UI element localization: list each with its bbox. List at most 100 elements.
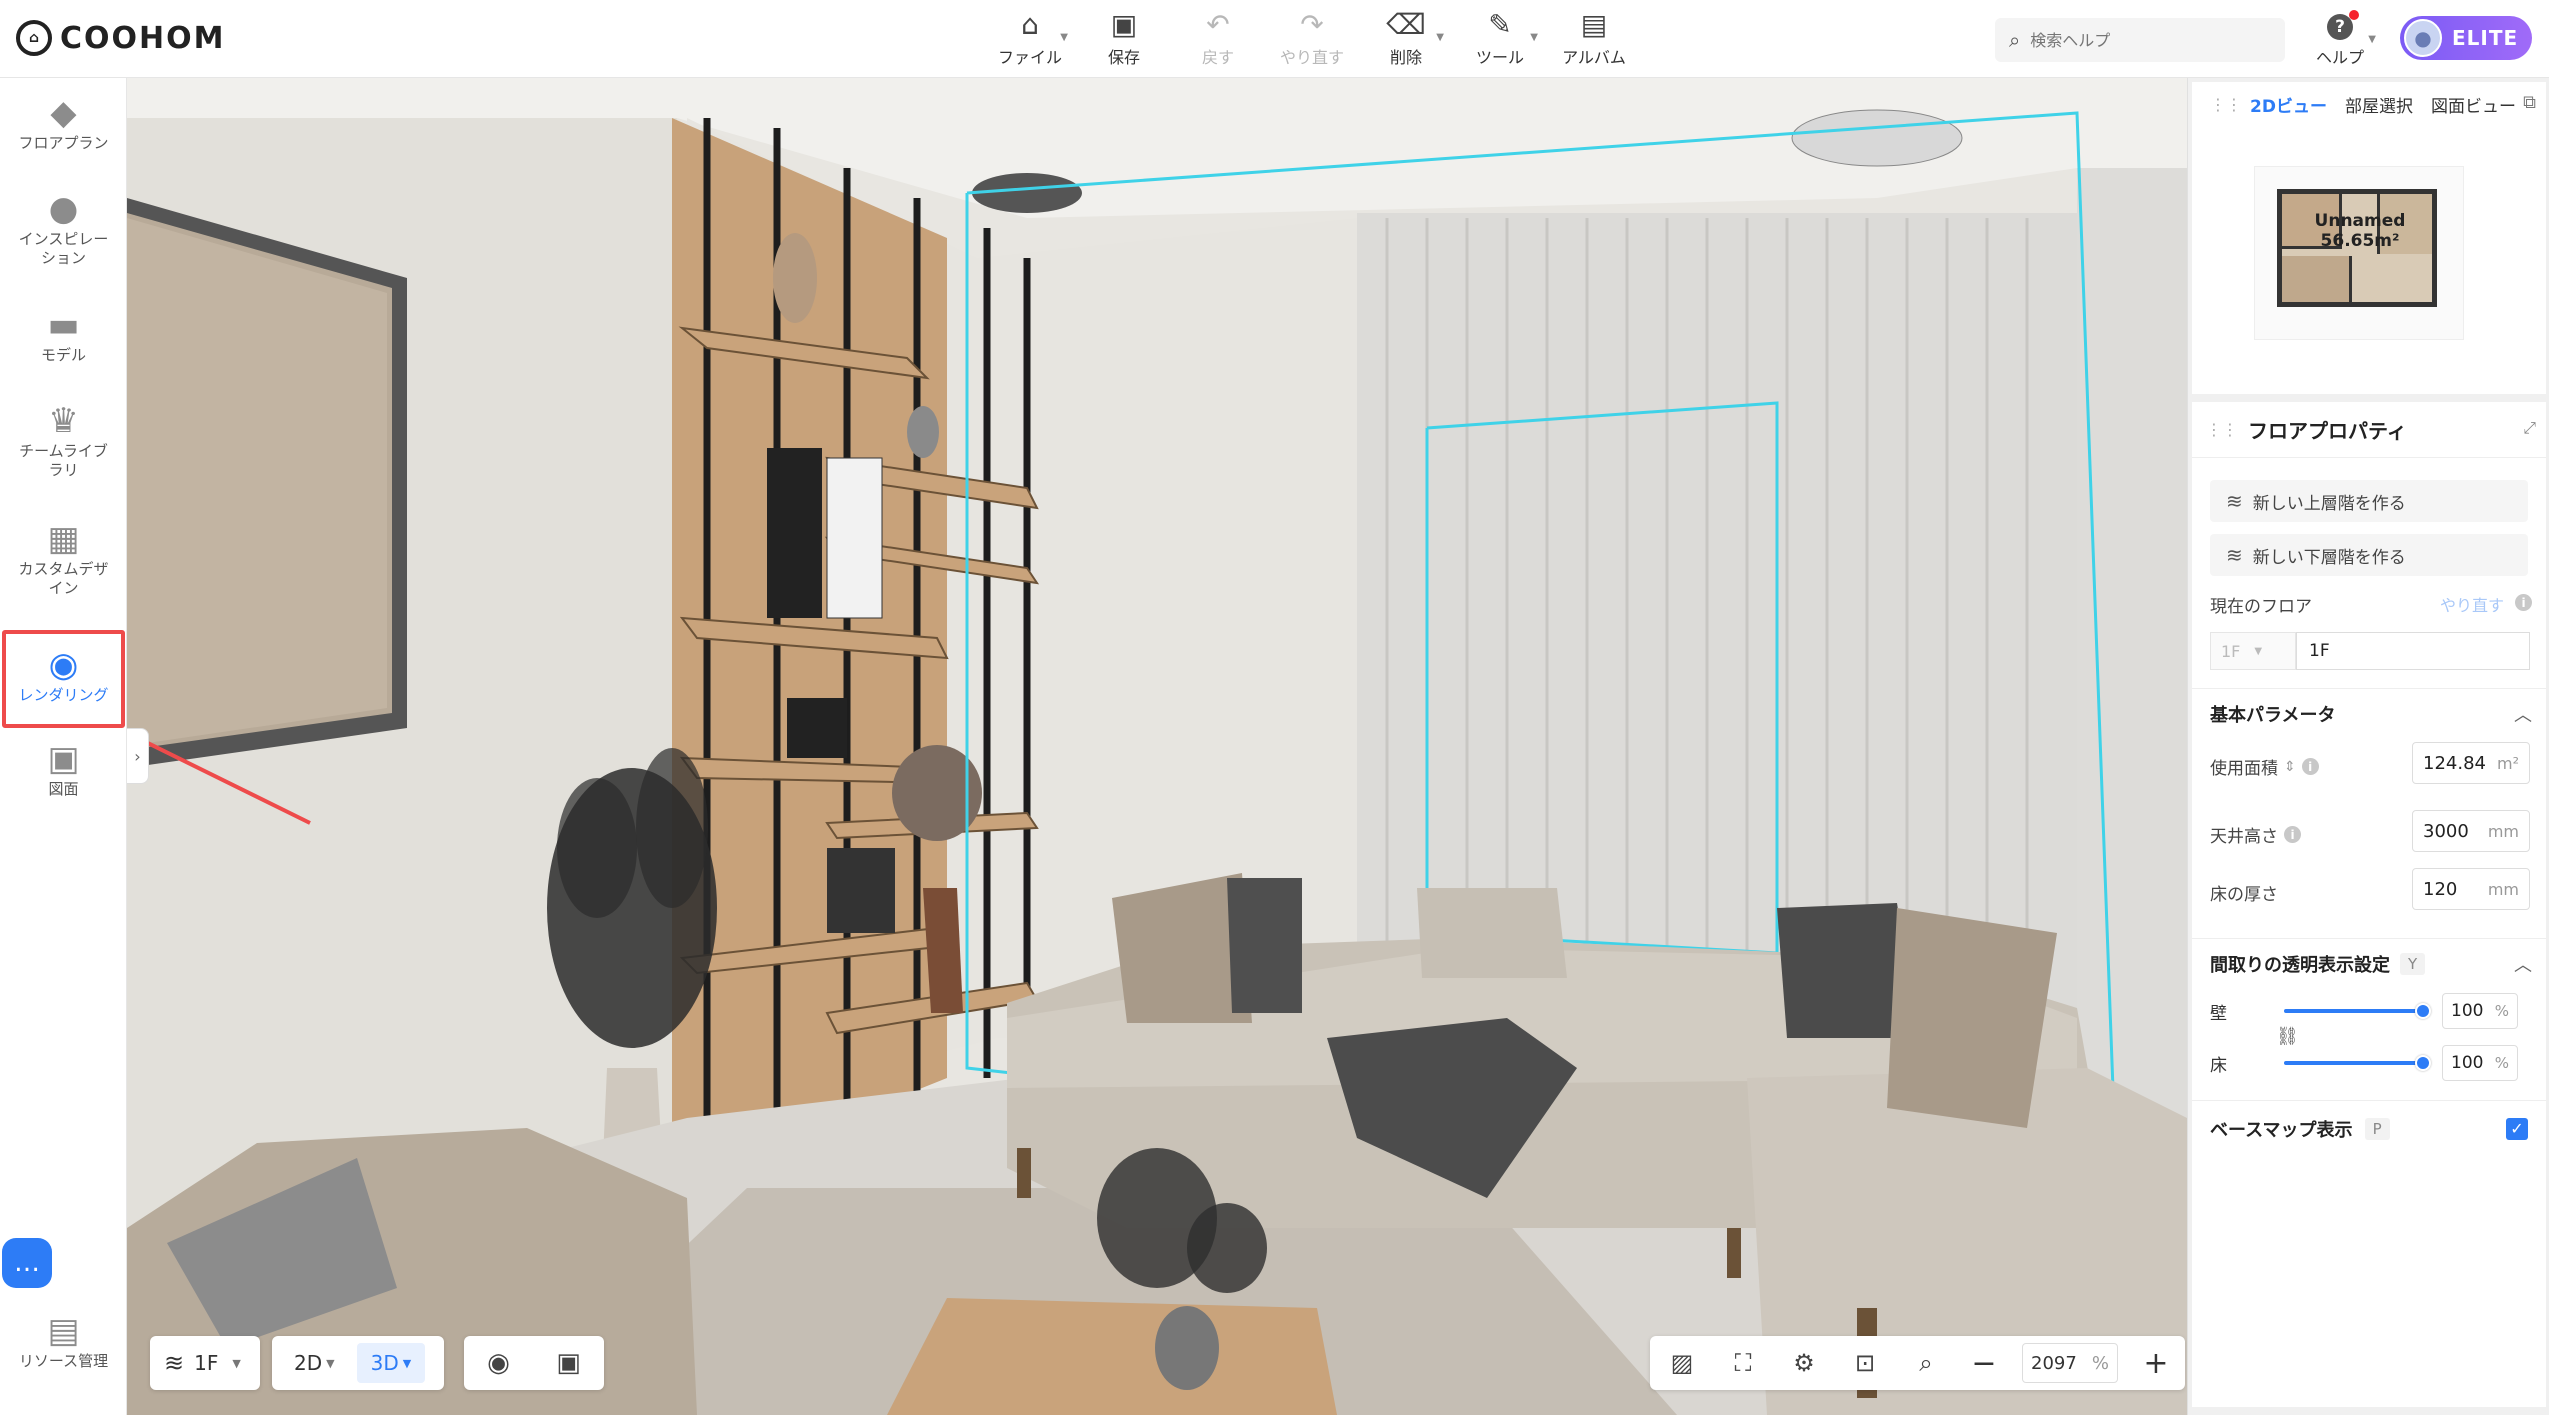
- ceiling-label: 天井高さ: [2210, 827, 2278, 847]
- plant-decor: [547, 748, 717, 1048]
- floor-select[interactable]: 1F ▼: [2210, 632, 2296, 670]
- help-button[interactable]: ? ヘルプ ▼: [2300, 10, 2380, 70]
- basemap-toggle-row: ベースマップ表示 P ✓: [2192, 1100, 2546, 1156]
- floor-select-value: 1F: [2221, 641, 2241, 661]
- sort-icon[interactable]: ⇕: [2284, 759, 2296, 775]
- sidebar-item-resource-management[interactable]: ▤ リソース管理: [6, 1310, 121, 1371]
- slider-thumb[interactable]: [2415, 1003, 2431, 1019]
- basemap-checkbox[interactable]: ✓: [2506, 1117, 2528, 1140]
- sidebar-collapse-button[interactable]: ›: [127, 728, 149, 784]
- sidebar-item-custom-design[interactable]: ▦ カスタムデザイン: [6, 518, 121, 598]
- floor-opacity-slider[interactable]: [2284, 1055, 2431, 1071]
- redo-label: やり直す: [1279, 48, 1344, 67]
- cube-icon[interactable]: ▣: [556, 1348, 581, 1378]
- transparency-section[interactable]: 間取りの透明表示設定 Y ︿: [2192, 938, 2546, 988]
- floor-opacity-field[interactable]: 100 %: [2442, 1045, 2518, 1081]
- tab-drawing-view[interactable]: 図面ビュー: [2431, 92, 2516, 117]
- info-icon: i: [2301, 758, 2319, 775]
- undo-button[interactable]: ↶ 戻す: [1178, 8, 1258, 70]
- render-settings-icon[interactable]: ⚙: [1784, 1349, 1824, 1377]
- wall-opacity-field[interactable]: 100 %: [2442, 993, 2518, 1029]
- tools-menu-button[interactable]: ✎ ツール ▼: [1460, 8, 1540, 70]
- wall-opacity-row: 壁 100 %: [2210, 992, 2530, 1030]
- sidebar-item-label: 図面: [48, 780, 79, 798]
- drag-handle-icon[interactable]: ⋮⋮: [2210, 95, 2242, 114]
- right-panel: ⋮⋮ 2Dビュー 部屋選択 図面ビュー ⧉ Unnamed 56.65m² ⋮⋮…: [2187, 78, 2549, 1415]
- wall-opacity-slider[interactable]: [2284, 1003, 2431, 1019]
- vase-decor: [907, 406, 939, 458]
- top-bar: ⌂ COOHOM ⌂ ファイル ▼ ▣ 保存 ↶ 戻す ↷ やり直す ⌫ 削除 …: [0, 0, 2549, 78]
- file-icon: ⌂: [1021, 8, 1039, 41]
- zoom-level-value: 2097: [2031, 1352, 2077, 1374]
- new-upper-floor-button[interactable]: ≋ 新しい上層階を作る: [2210, 480, 2528, 522]
- minimap-floorplan[interactable]: Unnamed 56.65m²: [2254, 166, 2464, 340]
- image-icon[interactable]: ▨: [1662, 1349, 1702, 1377]
- logo-text: COOHOM: [60, 20, 226, 56]
- eraser-icon: ⌫: [1386, 8, 1426, 41]
- sidebar-item-inspiration[interactable]: ● インスピレーション: [6, 188, 121, 268]
- basic-params-section[interactable]: 基本パラメータ ︿: [2192, 688, 2546, 738]
- redo-button[interactable]: ↷ やり直す: [1272, 8, 1352, 70]
- save-button[interactable]: ▣ 保存: [1084, 8, 1164, 70]
- sidebar-item-rendering[interactable]: ◉ レンダリング: [2, 630, 125, 728]
- info-icon: i: [2284, 826, 2301, 843]
- help-search[interactable]: ⌕: [1995, 18, 2285, 62]
- chevron-up-icon: ︿: [2514, 704, 2532, 726]
- zoom-in-button[interactable]: +: [2139, 1346, 2173, 1381]
- new-lower-floor-button[interactable]: ≋ 新しい下層階を作る: [2210, 534, 2528, 576]
- floor-opacity-value: 100: [2451, 1053, 2484, 1073]
- avatar: ●: [2404, 19, 2442, 57]
- sidebar-item-model[interactable]: ▬ モデル: [6, 304, 121, 365]
- lightbulb-icon: ●: [48, 189, 79, 229]
- slider-thumb[interactable]: [2415, 1055, 2431, 1071]
- tab-2d-view[interactable]: 2Dビュー: [2250, 92, 2327, 117]
- zoom-out-button[interactable]: −: [1967, 1346, 2001, 1381]
- help-search-input[interactable]: [2030, 30, 2251, 50]
- drawing-icon: ▣: [47, 739, 80, 779]
- popout-icon[interactable]: ⧉: [2523, 92, 2536, 113]
- plan-name: Unnamed: [2314, 211, 2406, 231]
- drag-handle-icon[interactable]: ⋮⋮: [2206, 420, 2238, 439]
- view-3d-label: 3D: [370, 1351, 399, 1375]
- floor-name-input[interactable]: 1F: [2296, 632, 2530, 670]
- sidebar-item-drawing[interactable]: ▣ 図面: [6, 738, 121, 799]
- view-2d-label: 2D: [294, 1351, 323, 1375]
- sidebar-item-label: モデル: [40, 346, 86, 364]
- album-button[interactable]: ▤ アルバム: [1554, 8, 1634, 70]
- delete-menu-button[interactable]: ⌫ 削除 ▼: [1366, 8, 1446, 70]
- view-2d-button[interactable]: 2D ▼: [280, 1343, 349, 1383]
- ceiling-height-field[interactable]: 3000 mm: [2412, 810, 2530, 852]
- zoom-preview-icon[interactable]: ⌕: [1906, 1349, 1946, 1377]
- area-field[interactable]: 124.84 m²: [2412, 742, 2530, 784]
- app-logo[interactable]: ⌂ COOHOM: [16, 20, 226, 56]
- expand-icon[interactable]: ⤢: [2523, 418, 2536, 438]
- sidebar-item-floorplan[interactable]: ◆ フロアプラン: [6, 92, 121, 153]
- 3d-viewport[interactable]: ≋ 1F ▼ 2D ▼ 3D ▼ ◉ ▣ ▨ ⛶ ⚙ ⊡ ⌕ − 2097 % …: [127, 78, 2187, 1415]
- area-value: 124.84: [2423, 752, 2486, 774]
- redo-icon: ↷: [1300, 8, 1324, 41]
- logo-mark-icon: ⌂: [16, 20, 52, 56]
- file-menu-button[interactable]: ⌂ ファイル ▼: [990, 8, 1070, 70]
- tab-room-select[interactable]: 部屋選択: [2345, 92, 2413, 117]
- chat-support-button[interactable]: …: [2, 1238, 52, 1288]
- zoom-level-field[interactable]: 2097 %: [2022, 1343, 2118, 1383]
- delete-label: 削除: [1389, 48, 1422, 67]
- screenshot-icon[interactable]: ⛶: [1723, 1349, 1763, 1377]
- undo-label: 戻す: [1201, 48, 1234, 67]
- cabinet-icon: ▦: [47, 519, 80, 559]
- view-3d-button[interactable]: 3D ▼: [356, 1343, 426, 1383]
- floor-selector[interactable]: ≋ 1F ▼: [150, 1336, 260, 1390]
- eye-icon[interactable]: ◉: [487, 1348, 510, 1378]
- chevron-down-icon: ▼: [1060, 32, 1068, 43]
- chevron-down-icon: ▼: [232, 1356, 241, 1370]
- floorplan-icon: ◆: [50, 93, 77, 133]
- floor-thickness-field[interactable]: 120 mm: [2412, 868, 2530, 910]
- percent-unit: %: [2494, 1054, 2509, 1072]
- user-account-badge[interactable]: ● ELITE: [2400, 16, 2532, 60]
- wrench-icon: ✎: [1488, 8, 1512, 41]
- redo-floor-link[interactable]: やり直す: [2440, 592, 2504, 616]
- focus-icon[interactable]: ⊡: [1845, 1349, 1885, 1377]
- sidebar-item-team-library[interactable]: ♛ チームライブラリ: [6, 400, 121, 480]
- search-icon: ⌕: [2009, 28, 2021, 52]
- vase-decor: [773, 233, 817, 323]
